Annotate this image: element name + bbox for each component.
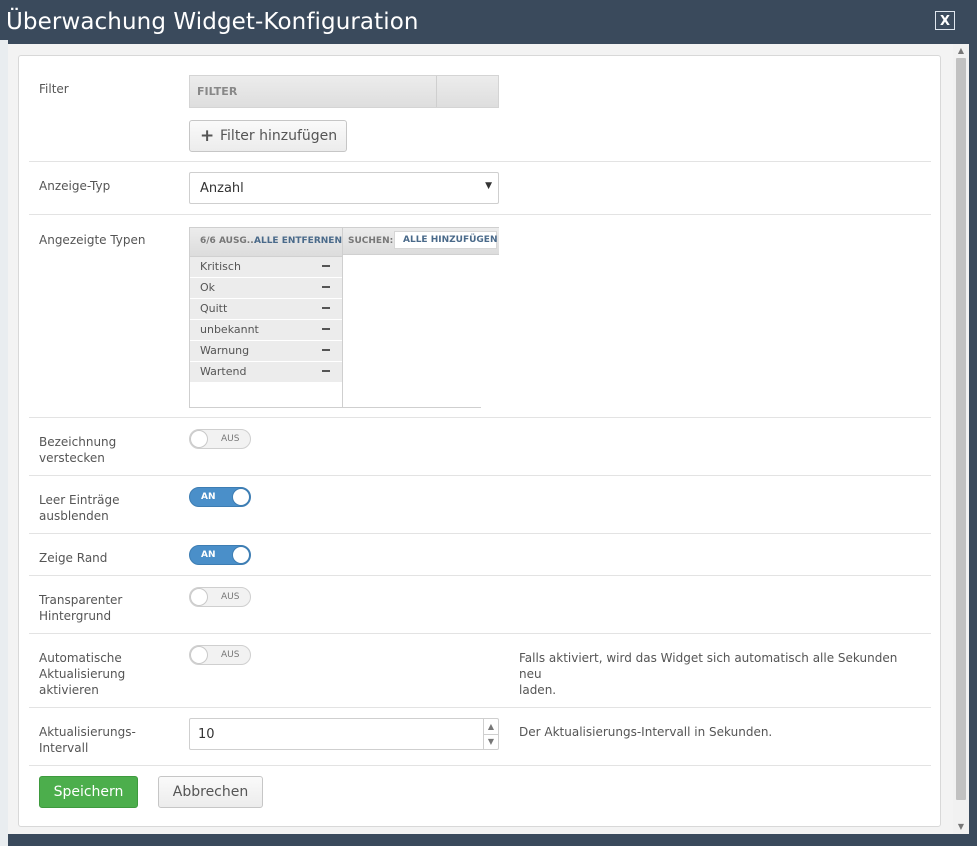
toggle-knob [190,430,208,448]
toggle-state: AUS [221,650,240,660]
help-line: Falls aktiviert, wird das Widget sich au… [519,651,898,681]
label-line: Automatische [39,651,122,665]
hide-label-toggle[interactable]: AUS [189,429,251,449]
list-item[interactable]: Quitt [190,299,342,320]
scroll-down-icon[interactable]: ▼ [953,820,969,834]
hide-empty-label: Leer Einträge ausblenden [39,492,179,524]
dialog-title: Überwachung Widget-Konfiguration [6,9,419,35]
config-panel: Filter FILTER + Filter hinzufügen Anzeig… [18,55,941,827]
cancel-button[interactable]: Abbrechen [158,776,263,808]
shown-types-label: Angezeigte Typen [39,233,146,247]
list-border [343,407,481,408]
divider [29,575,931,576]
minus-icon[interactable] [322,370,330,372]
selected-count: 6/6 AUSG... [200,236,258,246]
label-line: Intervall [39,741,89,755]
show-border-label: Zeige Rand [39,551,108,565]
list-item[interactable]: Kritisch [190,257,342,278]
close-button[interactable]: X [935,11,955,30]
list-item[interactable]: Wartend [190,362,342,383]
interval-value: 10 [198,727,215,742]
remove-all-button[interactable]: ALLE ENTFERNEN [254,236,342,246]
toggle-state: AN [201,550,216,560]
interval-help: Der Aktualisierungs-Intervall in Sekunde… [519,725,773,739]
toggle-state: AN [201,492,216,502]
minus-icon[interactable] [322,307,330,309]
minus-icon[interactable] [322,349,330,351]
toggle-state: AUS [221,434,240,444]
list-item[interactable]: unbekannt [190,320,342,341]
label-line: Aktualisierung [39,667,126,681]
show-border-toggle[interactable]: AN [189,545,251,565]
dialog-title-bar: Überwachung Widget-Konfiguration X [0,0,977,44]
list-item-label: Kritisch [200,260,241,273]
list-item-label: Warnung [200,344,250,357]
label-line: Leer Einträge [39,493,120,507]
transparent-bg-toggle[interactable]: AUS [189,587,251,607]
save-button[interactable]: Speichern [39,776,138,808]
chevron-down-icon[interactable]: ▼ [484,734,498,749]
list-item-label: unbekannt [200,323,259,336]
auto-refresh-label: Automatische Aktualisierung aktivieren [39,650,179,698]
label-line: ausblenden [39,509,109,523]
available-list-header: SUCHEN: ALLE HINZUFÜGEN [343,227,499,255]
label-line: aktivieren [39,683,99,697]
minus-icon[interactable] [322,286,330,288]
multiselect: 6/6 AUSG... ALLE ENTFERNEN Kritisch Ok Q… [189,227,499,408]
background-page [0,40,8,846]
selected-list: 6/6 AUSG... ALLE ENTFERNEN Kritisch Ok Q… [189,227,343,408]
list-item[interactable]: Ok [190,278,342,299]
search-label: SUCHEN: [348,236,394,246]
auto-refresh-toggle[interactable]: AUS [189,645,251,665]
label-line: Bezeichnung [39,435,117,449]
add-all-button[interactable]: ALLE HINZUFÜGEN [403,235,498,245]
toggle-knob [190,646,208,664]
divider [29,475,931,476]
hide-empty-toggle[interactable]: AN [189,487,251,507]
hide-label-label: Bezeichnung verstecken [39,434,179,466]
chevron-up-icon[interactable]: ▲ [484,719,498,735]
divider [29,417,931,418]
toggle-state: AUS [221,592,240,602]
help-line: laden. [519,683,557,697]
shown-types-row: Angezeigte Typen 6/6 AUSG... ALLE ENTFER… [29,56,931,417]
interval-spinner: ▲ ▼ [483,719,498,749]
divider [29,765,931,766]
minus-icon[interactable] [322,265,330,267]
label-line: verstecken [39,451,105,465]
dialog-body: Filter FILTER + Filter hinzufügen Anzeig… [8,44,953,834]
toggle-knob [190,588,208,606]
label-line: Aktualisierungs- [39,725,136,739]
divider [29,533,931,534]
list-item-label: Quitt [200,302,228,315]
dialog-scrollbar[interactable]: ▲ ▼ [953,44,969,834]
scroll-thumb[interactable] [956,58,966,800]
label-line: Hintergrund [39,609,112,623]
interval-input[interactable]: 10 ▲ ▼ [189,718,499,750]
available-list: SUCHEN: ALLE HINZUFÜGEN [342,227,499,408]
divider [29,707,931,708]
selected-list-header: 6/6 AUSG... ALLE ENTFERNEN [190,228,342,257]
list-item-label: Ok [200,281,216,294]
list-item[interactable]: Warnung [190,341,342,362]
auto-refresh-help: Falls aktiviert, wird das Widget sich au… [519,650,909,698]
minus-icon[interactable] [322,328,330,330]
search-input[interactable]: ALLE HINZUFÜGEN [394,231,498,249]
list-item-label: Wartend [200,365,247,378]
interval-label: Aktualisierungs- Intervall [39,724,179,756]
divider [29,633,931,634]
scroll-up-icon[interactable]: ▲ [953,44,969,58]
toggle-knob [232,488,250,506]
label-line: Transparenter [39,593,123,607]
transparent-bg-label: Transparenter Hintergrund [39,592,179,624]
toggle-knob [232,546,250,564]
